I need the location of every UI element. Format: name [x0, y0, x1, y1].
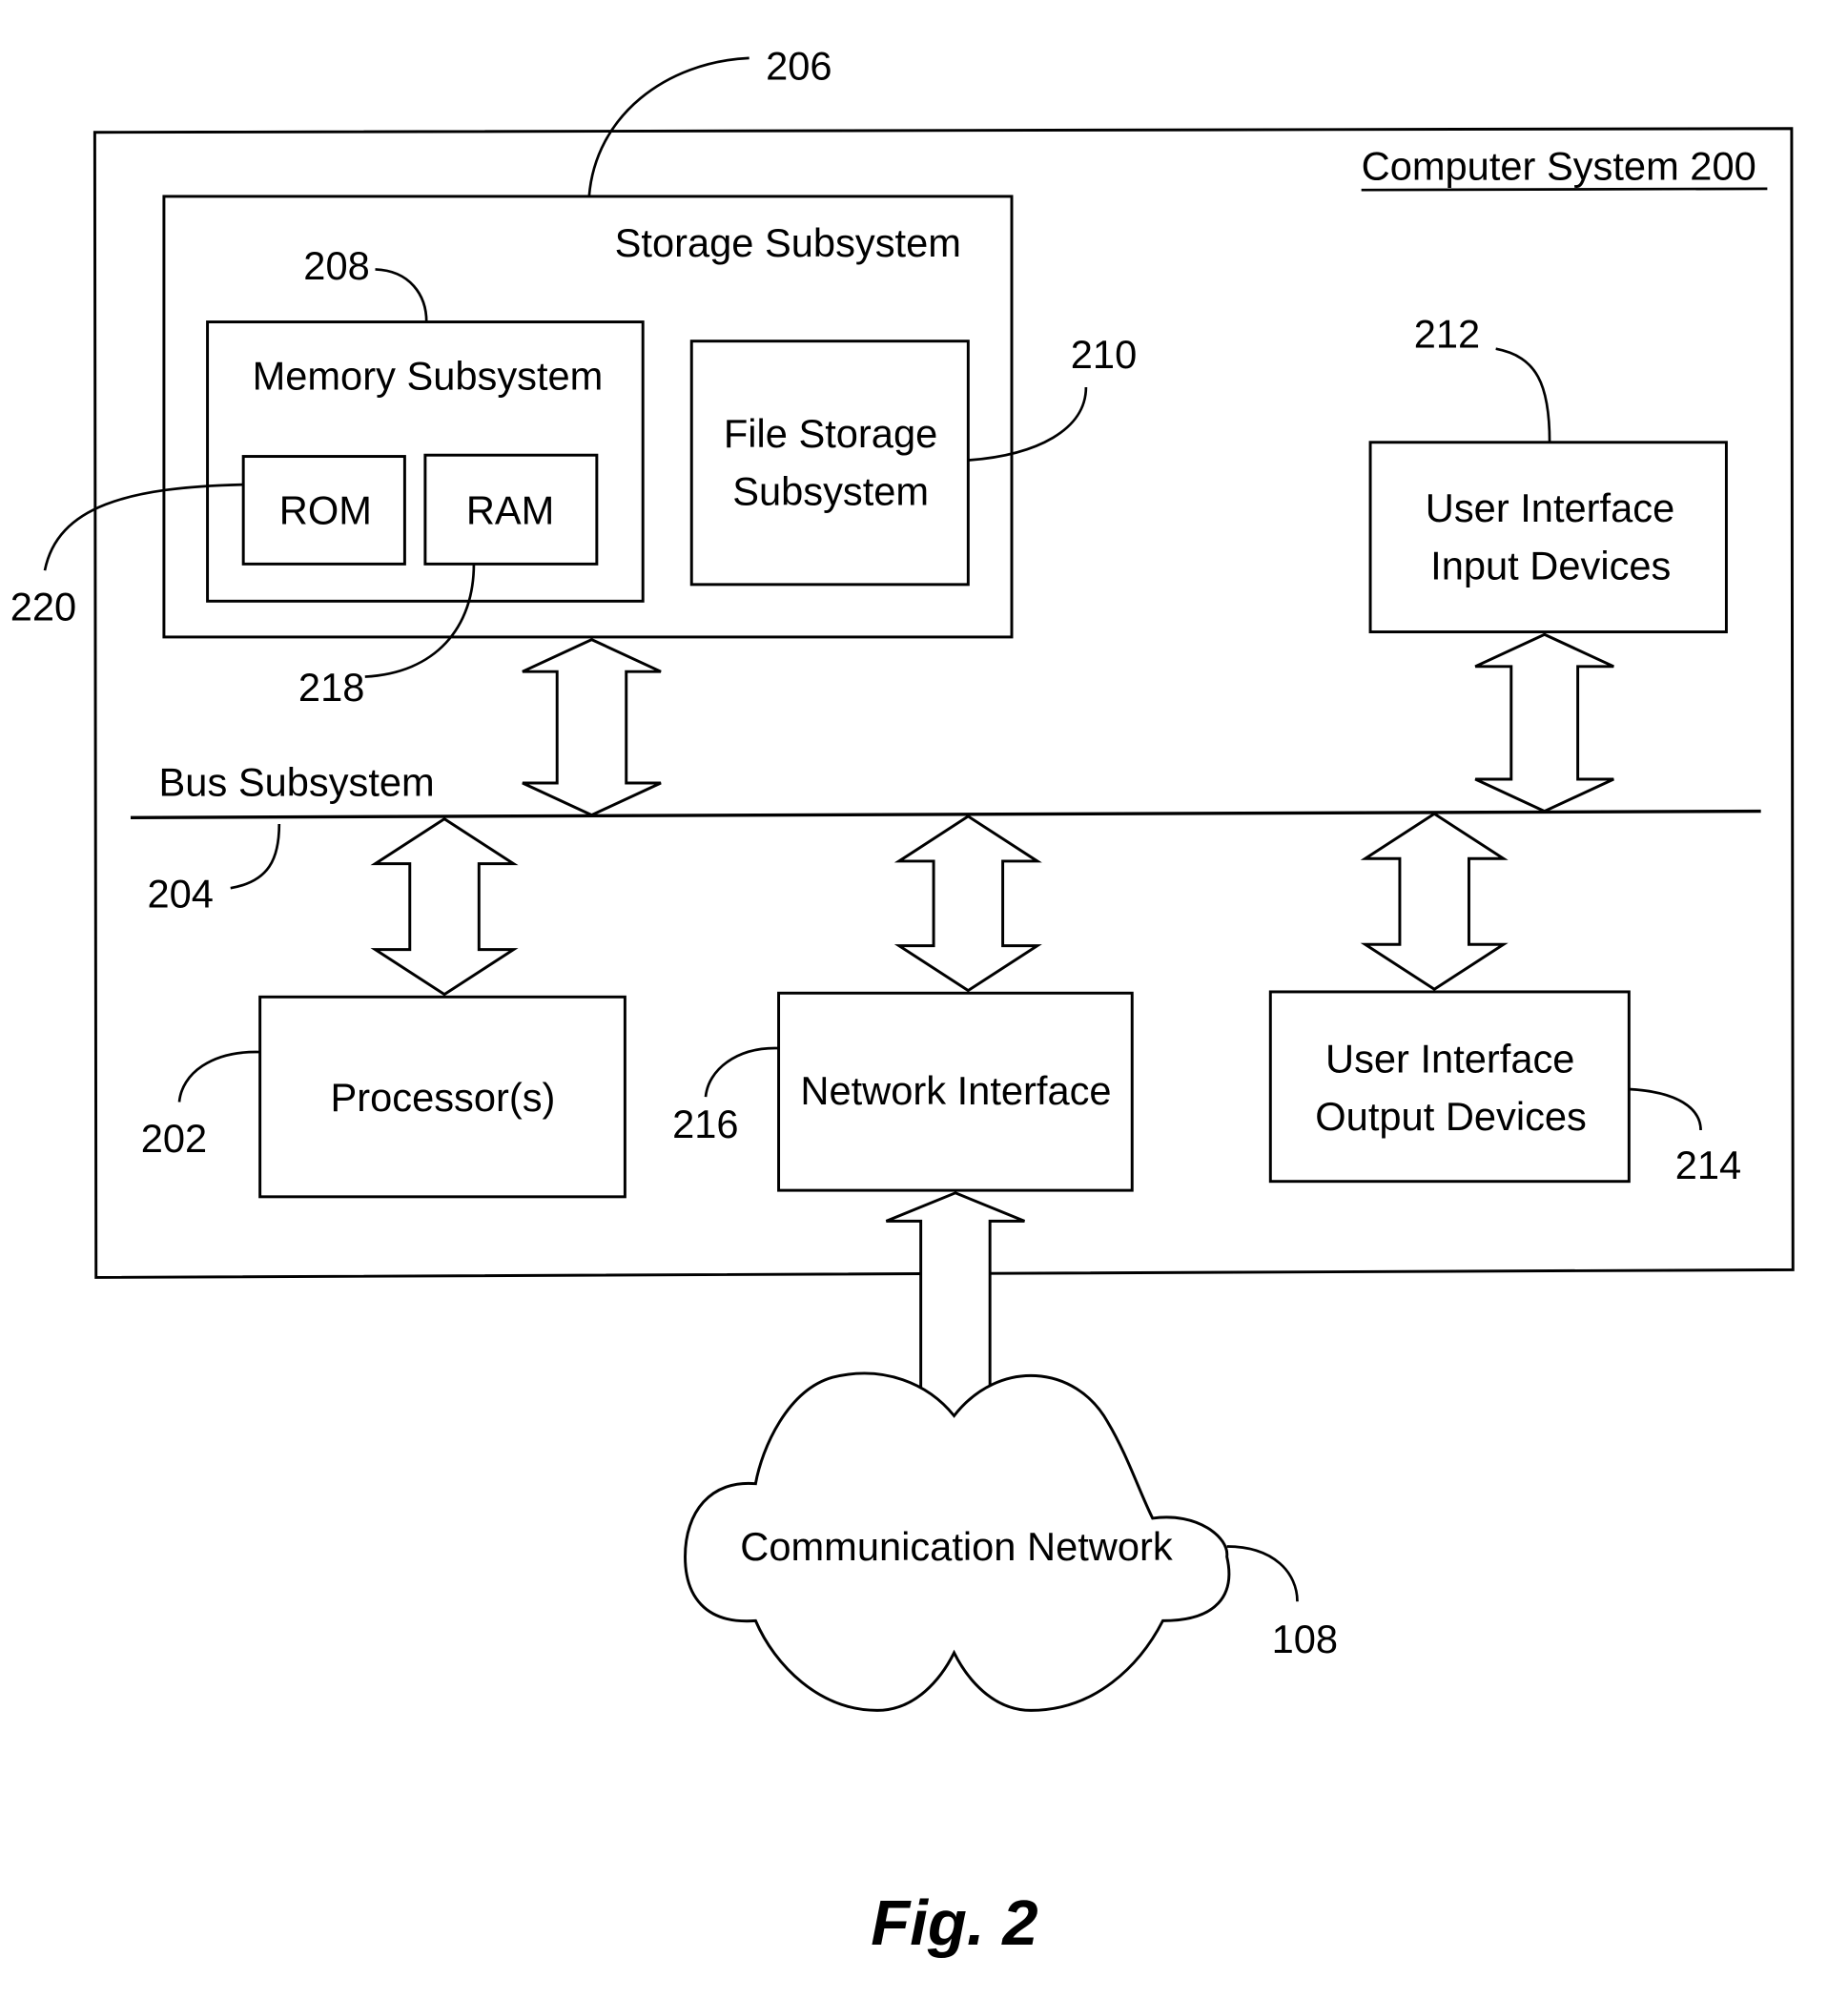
computer-system-label: Computer System 200 [1362, 143, 1756, 188]
ui-output-devices-box [1268, 990, 1631, 1184]
ui-output-label-line2: Output Devices [1315, 1094, 1587, 1139]
ui-input-label-line2: Input Devices [1430, 543, 1671, 587]
ui-output-label-line1: User Interface [1325, 1037, 1574, 1082]
ref-216: 216 [672, 1102, 738, 1146]
file-storage-box [689, 340, 970, 587]
ref-220: 220 [10, 584, 76, 629]
ref-218: 218 [298, 665, 364, 710]
ref-206: 206 [766, 44, 832, 89]
memory-subsystem-label: Memory Subsystem [253, 354, 604, 399]
leader-108 [1226, 1545, 1299, 1602]
computer-system-underline [1361, 187, 1768, 192]
ref-214: 214 [1675, 1143, 1741, 1187]
file-storage-label-line1: File Storage [724, 411, 937, 456]
processor-label: Processor(s) [331, 1075, 556, 1120]
ui-input-label-line1: User Interface [1426, 485, 1674, 530]
ref-108: 108 [1272, 1617, 1338, 1661]
bus-subsystem-label: Bus Subsystem [159, 759, 435, 804]
ref-202: 202 [141, 1116, 207, 1161]
ref-208: 208 [303, 243, 369, 288]
network-interface-label: Network Interface [800, 1068, 1111, 1113]
rom-label: ROM [279, 488, 372, 533]
ref-210: 210 [1071, 332, 1137, 377]
ui-input-devices-box [1368, 441, 1728, 634]
file-storage-label-line2: Subsystem [732, 469, 929, 514]
ref-212: 212 [1414, 311, 1480, 356]
communication-network-label: Communication Network [740, 1524, 1173, 1569]
ref-204: 204 [147, 871, 213, 916]
figure-caption: Fig. 2 [871, 1887, 1037, 1959]
ram-label: RAM [466, 488, 555, 533]
computer-system-diagram: Computer System 200 Storage Subsystem 20… [10, 44, 1795, 1959]
storage-subsystem-label: Storage Subsystem [615, 220, 961, 265]
